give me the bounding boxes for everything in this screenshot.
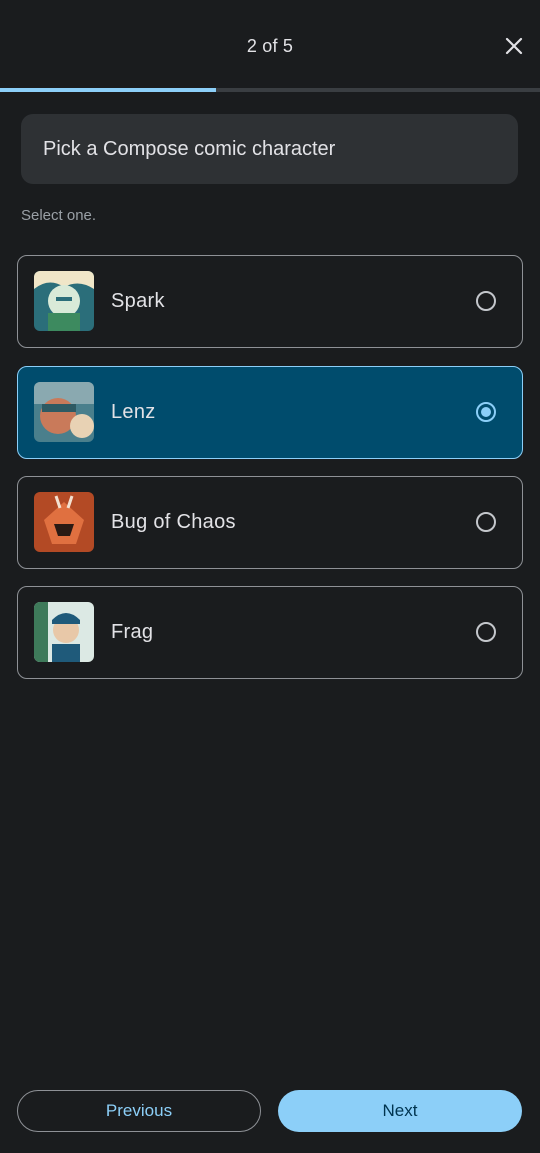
question-title: Pick a Compose comic character (21, 114, 518, 184)
question-hint: Select one. (21, 207, 97, 224)
option-label: Lenz (111, 400, 156, 423)
radio-button-selected[interactable] (476, 402, 496, 422)
close-icon[interactable] (502, 34, 526, 58)
option-frag[interactable]: Frag (17, 586, 523, 679)
radio-button[interactable] (476, 291, 496, 311)
character-thumbnail-lenz (34, 382, 94, 442)
option-label: Bug of Chaos (111, 510, 236, 533)
radio-button[interactable] (476, 512, 496, 532)
option-label: Spark (111, 289, 165, 312)
previous-button[interactable]: Previous (17, 1090, 261, 1132)
character-thumbnail-bug-of-chaos (34, 492, 94, 552)
character-thumbnail-frag (34, 602, 94, 662)
progress-bar-fill (0, 88, 216, 92)
option-bug-of-chaos[interactable]: Bug of Chaos (17, 476, 523, 569)
character-thumbnail-spark (34, 271, 94, 331)
step-counter: 2 of 5 (246, 36, 294, 56)
top-bar: 2 of 5 (0, 0, 540, 88)
option-spark[interactable]: Spark (17, 255, 523, 348)
radio-button[interactable] (476, 622, 496, 642)
progress-bar (0, 88, 540, 92)
option-lenz[interactable]: Lenz (17, 366, 523, 459)
option-label: Frag (111, 620, 154, 643)
next-button[interactable]: Next (278, 1090, 522, 1132)
